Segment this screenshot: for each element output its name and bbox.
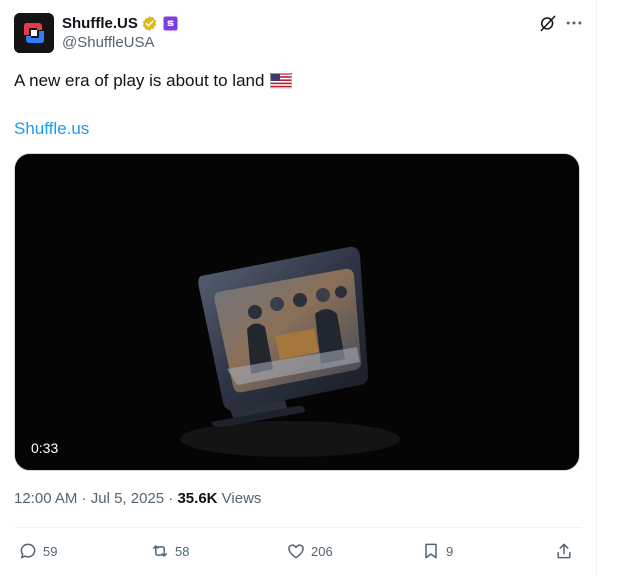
avatar[interactable]	[14, 13, 54, 53]
views-label: Views	[217, 490, 262, 507]
tweet-meta: 12:00 AM · Jul 5, 2025 · 35.6K Views	[14, 490, 261, 507]
repost-count: 58	[175, 543, 190, 559]
purple-affiliate-badge-icon[interactable]	[163, 16, 178, 31]
top-actions	[538, 13, 584, 33]
reply-count: 59	[43, 543, 58, 559]
tweet-text: A new era of play is about to land	[14, 70, 293, 95]
video-player[interactable]: 0:33	[14, 153, 580, 471]
tweet-date[interactable]: Jul 5, 2025	[91, 490, 164, 507]
grok-icon[interactable]	[538, 13, 558, 33]
heart-icon	[288, 544, 304, 559]
bookmark-button[interactable]: 9	[421, 536, 453, 566]
actions-divider	[14, 527, 582, 528]
right-divider	[596, 0, 597, 576]
repost-button[interactable]: 58	[150, 536, 189, 566]
shuffle-logo-icon	[14, 13, 54, 53]
video-duration: 0:33	[31, 440, 59, 456]
meta-separator: ·	[164, 490, 178, 507]
bookmark-icon	[425, 543, 437, 559]
us-flag-emoji-icon	[270, 73, 293, 95]
tweet-time[interactable]: 12:00 AM	[14, 490, 77, 507]
bookmark-count: 9	[446, 543, 454, 559]
tweet-header: Shuffle.US @ShuffleUSA	[14, 13, 584, 53]
share-button[interactable]	[554, 536, 579, 566]
handle[interactable]: @ShuffleUSA	[62, 34, 155, 51]
tweet-link[interactable]: Shuffle.us	[14, 118, 89, 140]
views-count[interactable]: 35.6K	[177, 490, 217, 507]
reply-button[interactable]: 59	[18, 536, 57, 566]
reply-icon	[20, 543, 36, 559]
display-name[interactable]: Shuffle.US	[62, 15, 138, 32]
more-options-icon[interactable]	[564, 13, 584, 33]
share-icon	[557, 543, 571, 559]
like-button[interactable]: 206	[286, 536, 333, 566]
gold-verified-badge-icon[interactable]	[141, 15, 158, 32]
like-count: 206	[311, 543, 333, 559]
repost-icon	[153, 545, 167, 557]
tweet-text-body: A new era of play is about to land	[14, 71, 265, 90]
meta-separator: ·	[77, 490, 91, 507]
video-thumbnail	[15, 154, 579, 470]
tweet-actions: 59 58 206 9	[14, 536, 582, 566]
name-row: Shuffle.US	[62, 14, 178, 32]
